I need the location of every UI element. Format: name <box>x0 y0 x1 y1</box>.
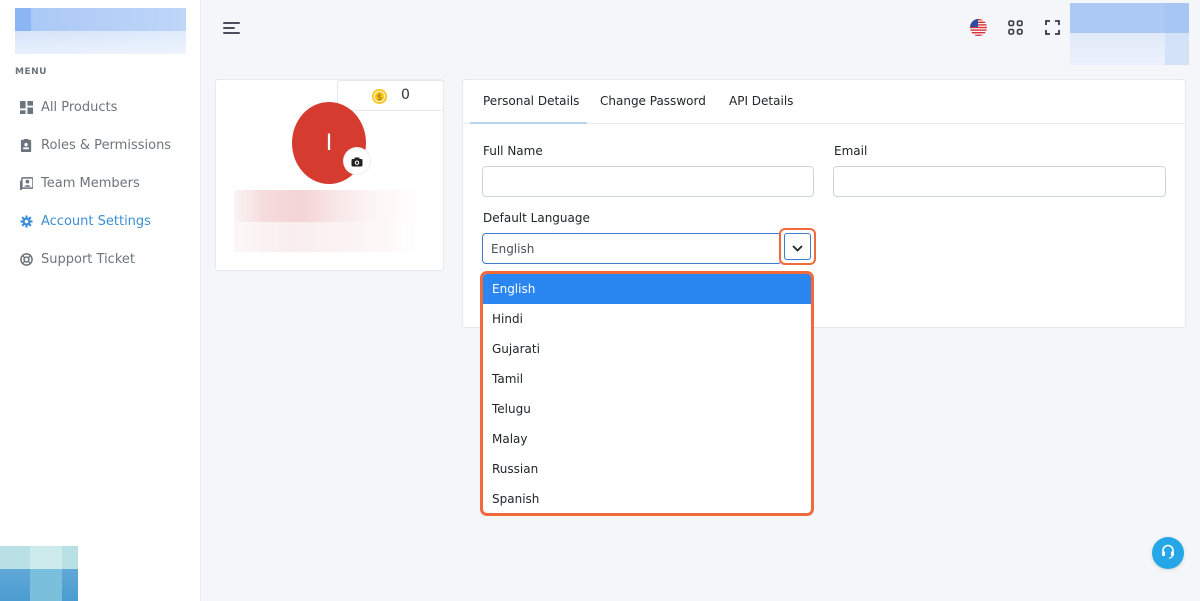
apps-grid-icon[interactable] <box>1008 20 1023 35</box>
gear-icon <box>20 214 33 228</box>
change-photo-button[interactable] <box>344 148 370 174</box>
language-dropdown-toggle[interactable] <box>779 228 816 265</box>
us-flag-icon[interactable] <box>970 19 987 36</box>
brand-logo[interactable] <box>15 8 186 54</box>
coin-icon: $ <box>371 88 388 105</box>
default-language-select[interactable]: English <box>482 233 782 264</box>
selected-language: English <box>491 242 535 256</box>
language-option-russian[interactable]: Russian <box>483 454 811 484</box>
camera-icon <box>351 152 363 171</box>
credits-box: $ 0 <box>337 80 444 111</box>
sidebar-item-support-ticket[interactable]: Support Ticket <box>0 240 200 278</box>
svg-text:$: $ <box>377 93 383 103</box>
settings-tabs: Personal Details Change Password API Det… <box>463 80 1185 124</box>
chevron-down-icon <box>792 237 803 256</box>
email-input[interactable] <box>833 166 1166 197</box>
clipboard-icon <box>20 138 33 152</box>
sidebar-footer-image <box>0 546 78 601</box>
sidebar-item-label: Roles & Permissions <box>41 137 172 153</box>
profile-name-redacted <box>234 190 424 252</box>
full-name-label: Full Name <box>483 144 543 158</box>
sidebar-item-all-products[interactable]: All Products <box>0 88 200 126</box>
language-option-hindi[interactable]: Hindi <box>483 304 811 334</box>
fullscreen-icon[interactable] <box>1045 20 1060 35</box>
tab-change-password[interactable]: Change Password <box>600 94 706 108</box>
grid-icon <box>20 100 33 114</box>
sidebar-item-label: Team Members <box>41 175 140 191</box>
sidebar-item-account-settings[interactable]: Account Settings <box>0 202 200 240</box>
profile-card: $ 0 I <box>215 79 444 271</box>
user-profile-menu[interactable] <box>1070 3 1189 65</box>
language-options-list: English Hindi Gujarati Tamil Telugu Malay Russ… <box>480 271 814 516</box>
headset-icon <box>1160 543 1176 563</box>
language-option-spanish[interactable]: Spanish <box>483 484 811 513</box>
lifebuoy-icon <box>20 252 33 266</box>
language-option-malay[interactable]: Malay <box>483 424 811 454</box>
language-option-telugu[interactable]: Telugu <box>483 394 811 424</box>
sidebar-item-roles-permissions[interactable]: Roles & Permissions <box>0 126 200 164</box>
tab-personal-details[interactable]: Personal Details <box>483 94 579 108</box>
language-option-english[interactable]: English <box>483 274 811 304</box>
sidebar-item-label: Account Settings <box>41 213 151 229</box>
language-option-tamil[interactable]: Tamil <box>483 364 811 394</box>
sidebar: MENU All Products Roles & Permissions Te… <box>0 0 201 601</box>
help-chat-button[interactable] <box>1152 537 1184 569</box>
sidebar-item-label: Support Ticket <box>41 251 135 267</box>
full-name-input[interactable] <box>482 166 814 197</box>
sidebar-item-team-members[interactable]: Team Members <box>0 164 200 202</box>
sidebar-nav: All Products Roles & Permissions Team Me… <box>0 88 200 278</box>
team-icon <box>20 176 33 190</box>
credits-value: 0 <box>401 87 410 103</box>
email-label: Email <box>834 144 868 158</box>
active-tab-indicator <box>470 122 587 124</box>
avatar-initial: I <box>325 130 333 156</box>
language-option-gujarati[interactable]: Gujarati <box>483 334 811 364</box>
sidebar-item-label: All Products <box>41 99 118 115</box>
menu-caption: MENU <box>15 67 47 77</box>
hamburger-icon[interactable] <box>223 21 241 35</box>
default-language-label: Default Language <box>483 211 590 225</box>
tab-api-details[interactable]: API Details <box>729 94 793 108</box>
